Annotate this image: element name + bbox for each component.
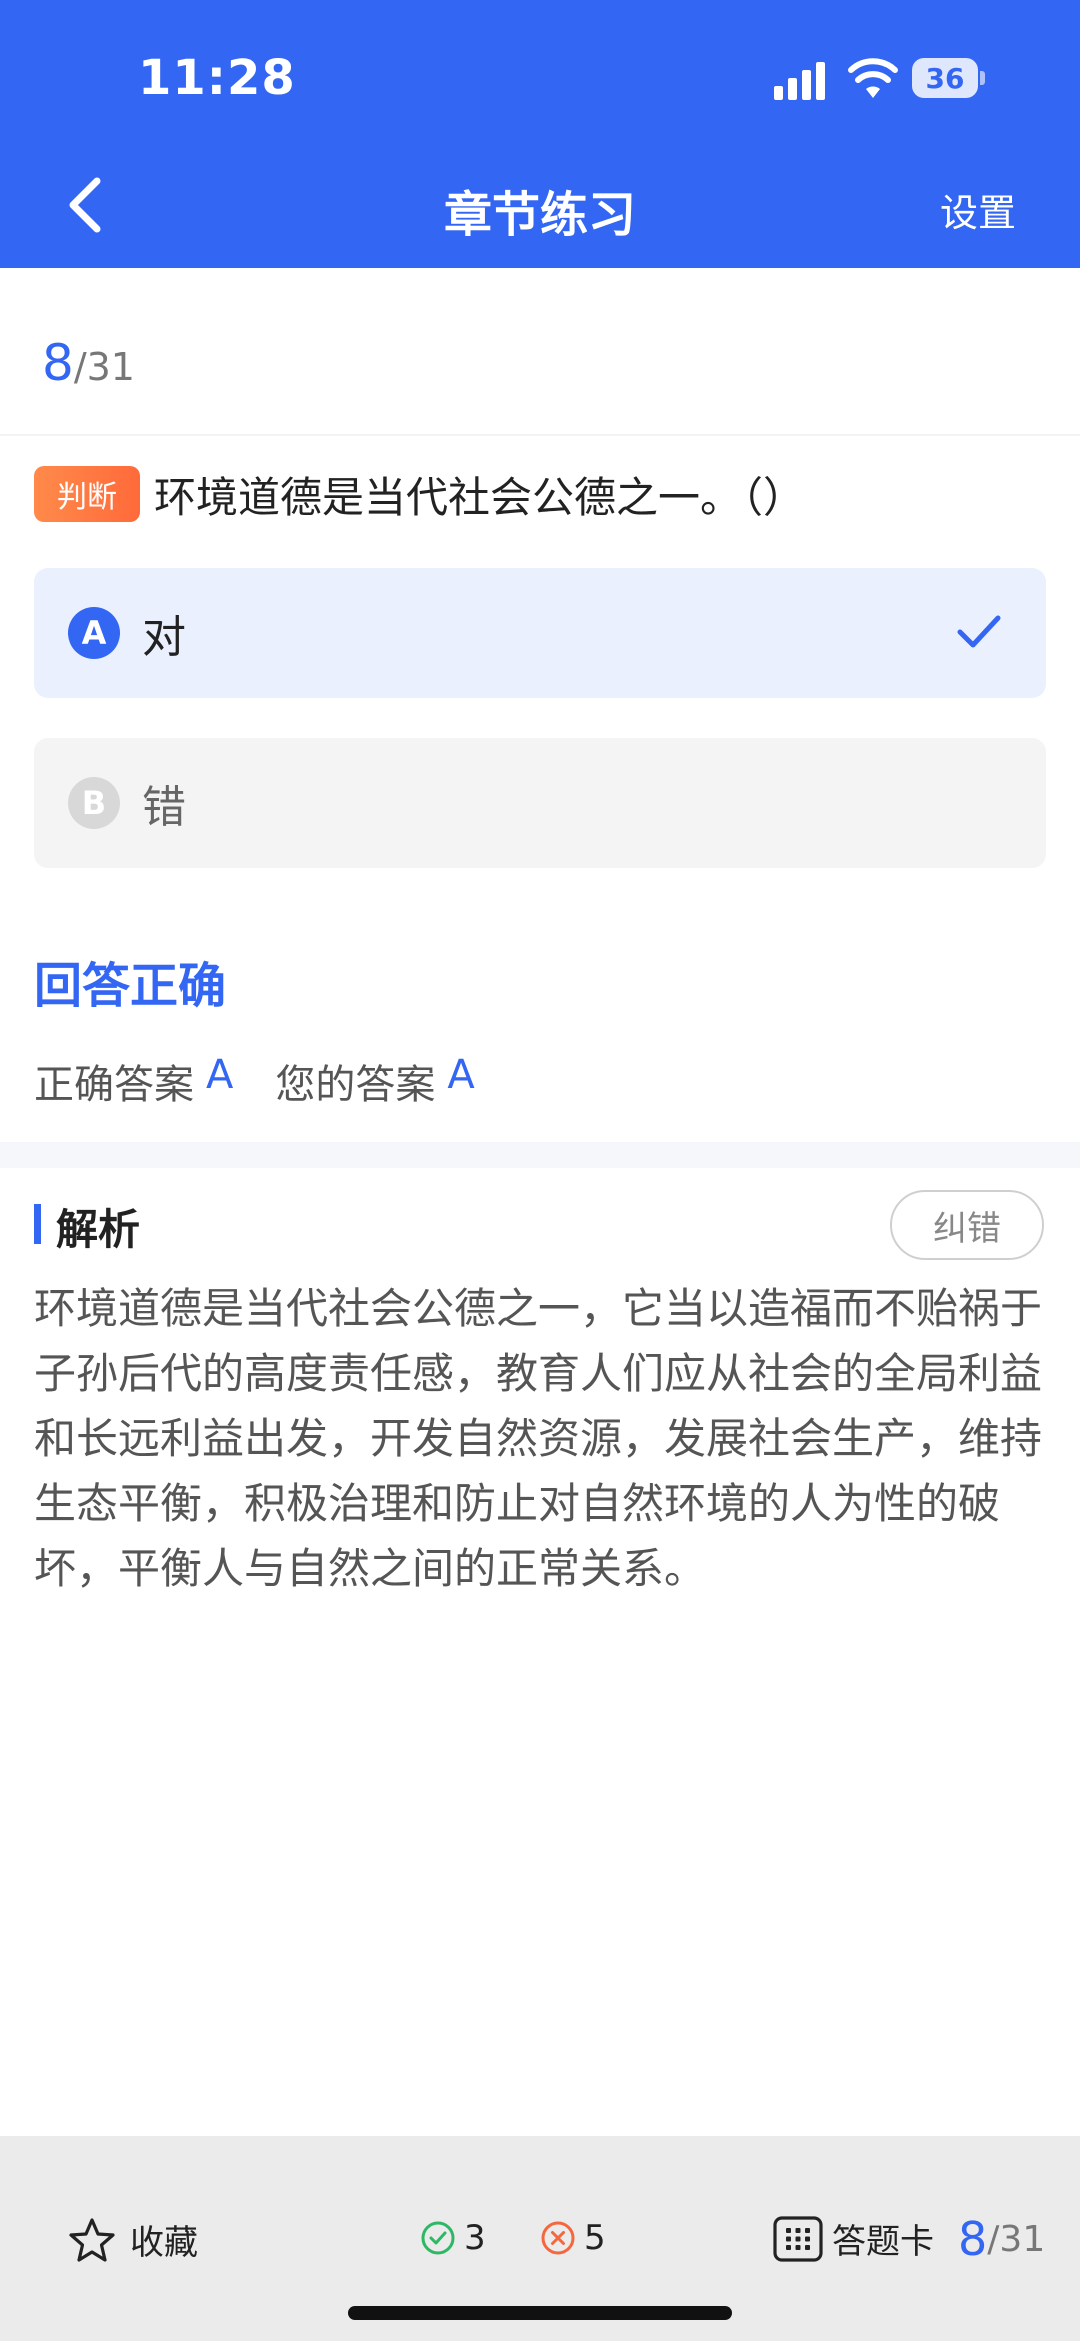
right-count-value: 3 <box>464 2218 486 2258</box>
x-circle-icon <box>541 2221 575 2255</box>
analysis-title: 解析 <box>56 1205 141 1254</box>
check-circle-icon <box>421 2221 455 2255</box>
toolbar-progress-current: 8 <box>958 2212 988 2266</box>
option-a[interactable]: A 对 <box>34 568 1046 698</box>
correct-answer-value: A <box>206 1052 234 1098</box>
answer-summary: 正确答案 A 您的答案 A <box>34 1052 517 1110</box>
star-icon <box>69 2217 115 2262</box>
answer-card-button[interactable]: 答题卡 <box>772 2214 934 2263</box>
your-answer-value: A <box>447 1052 475 1098</box>
option-letter: A <box>68 607 120 659</box>
correct-answer-label: 正确答案 <box>34 1062 194 1108</box>
chevron-left-icon <box>69 177 101 233</box>
progress-current: 8 <box>42 334 74 392</box>
check-icon <box>957 615 1001 648</box>
signal-icon <box>774 62 825 100</box>
practice-screen: 11:28 36 章节练习 设置 8/31 判断 环境道德是当代社会公德之一。（… <box>0 0 1080 2341</box>
divider <box>0 434 1080 436</box>
report-error-button[interactable]: 纠错 <box>890 1190 1044 1260</box>
your-answer-label: 您的答案 <box>275 1062 436 1108</box>
battery-cap <box>980 71 985 85</box>
settings-button[interactable]: 设置 <box>940 182 1016 237</box>
header: 11:28 36 章节练习 设置 <box>0 0 1080 268</box>
section-divider <box>0 1142 1080 1168</box>
favorite-label: 收藏 <box>130 2223 198 2263</box>
question-type-tag: 判断 <box>34 466 140 522</box>
battery-icon: 36 <box>912 58 985 98</box>
toolbar-progress: 8/31 <box>958 2212 1045 2266</box>
right-count[interactable]: 3 <box>420 2218 486 2258</box>
option-b[interactable]: B 错 <box>34 738 1046 868</box>
progress-total: /31 <box>73 345 135 389</box>
back-button[interactable] <box>50 170 120 240</box>
analysis-text: 环境道德是当代社会公德之一，它当以造福而不贻祸于子孙后代的高度责任感，教育人们应… <box>34 1284 1043 1593</box>
question-progress: 8/31 <box>42 334 135 392</box>
option-letter: B <box>68 777 120 829</box>
option-text: 对 <box>142 612 186 663</box>
option-text: 错 <box>142 782 186 833</box>
toolbar-progress-total: /31 <box>987 2218 1046 2260</box>
wifi-icon <box>848 58 898 98</box>
wrong-count[interactable]: 5 <box>540 2218 606 2258</box>
wrong-count-value: 5 <box>584 2218 606 2258</box>
grid-icon <box>773 2215 823 2262</box>
battery-level: 36 <box>912 58 978 98</box>
answer-card-label: 答题卡 <box>832 2222 934 2262</box>
question-text: 环境道德是当代社会公德之一。（） <box>154 473 806 522</box>
page-title: 章节练习 <box>443 187 636 243</box>
favorite-button[interactable]: 收藏 <box>68 2215 198 2264</box>
result-title: 回答正确 <box>34 958 227 1014</box>
analysis-accent-bar <box>34 1204 41 1244</box>
home-indicator[interactable] <box>348 2306 732 2320</box>
status-time: 11:28 <box>138 50 296 106</box>
